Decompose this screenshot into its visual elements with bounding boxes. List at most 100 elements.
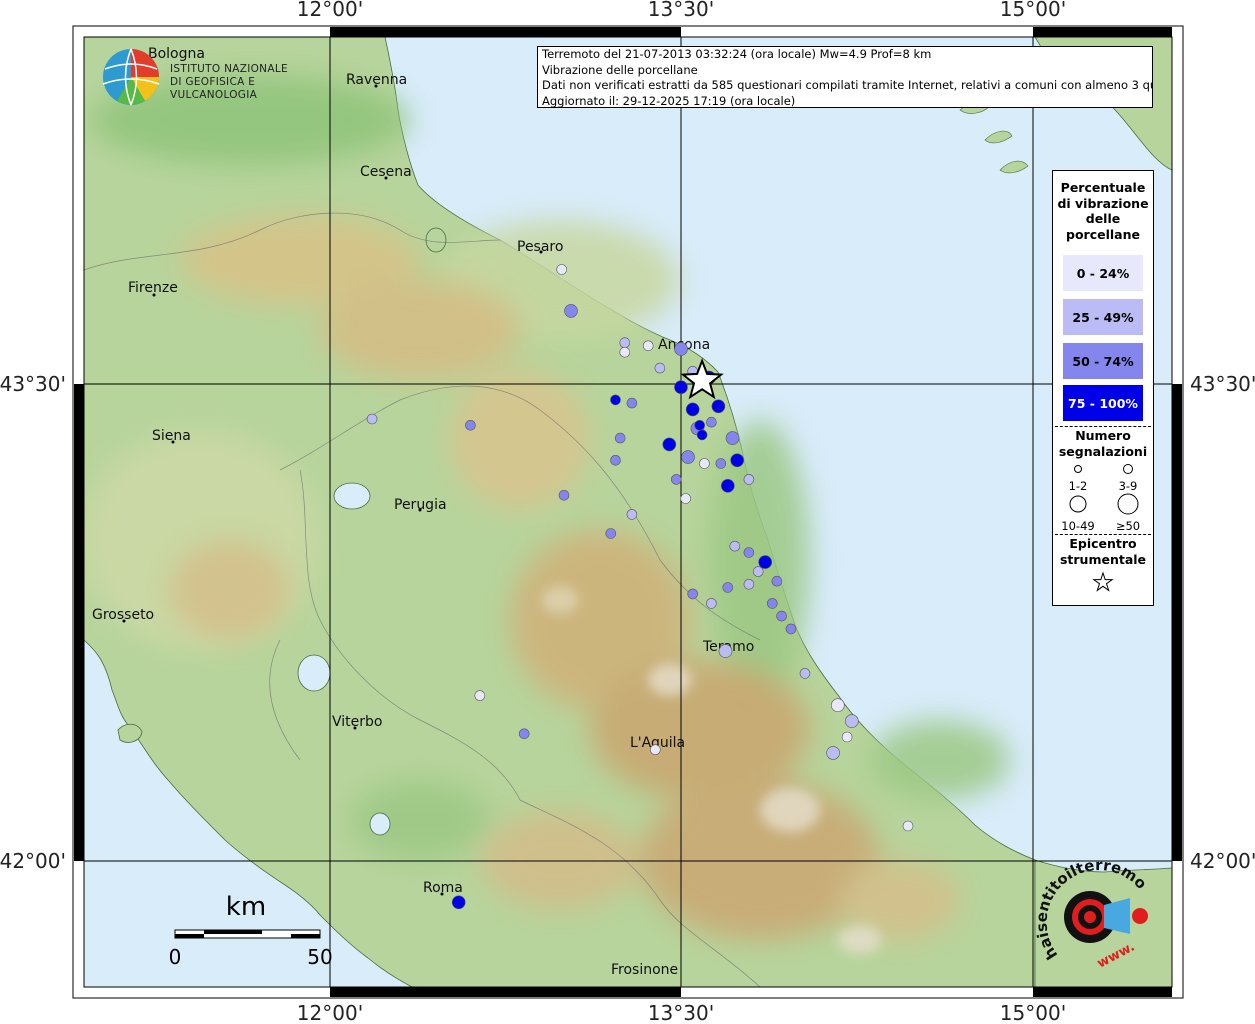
scale-unit: km: [226, 892, 266, 922]
legend-count-10-49: 10-49: [1056, 493, 1100, 533]
legend-class-0-24: 0 - 24%: [1063, 255, 1143, 291]
scale-max: 50: [307, 945, 332, 969]
intensity-point: [465, 419, 476, 431]
intensity-point: [614, 432, 626, 444]
intensity-point: [722, 582, 734, 593]
intensity-point: [474, 690, 486, 701]
svg-text:Roma: Roma: [423, 880, 463, 896]
city-firenze: Firenze: [128, 280, 178, 297]
intensity-point: [605, 528, 617, 539]
intensity-point: [785, 623, 797, 635]
event-line: Terremoto del 21-07-2013 03:32:24 (ora l…: [542, 47, 932, 61]
star-icon: [1092, 571, 1114, 592]
legend-class-75-100: 75 - 100%: [1063, 385, 1143, 421]
scale-min: 0: [169, 945, 182, 969]
intensity-point: [766, 598, 778, 609]
intensity-point: [610, 394, 621, 406]
intensity-point: [758, 555, 773, 569]
city-ravenna: Ravenna: [346, 72, 407, 88]
intensity-point: [685, 402, 700, 417]
intensity-point: [743, 578, 755, 590]
intensity-point: [711, 399, 726, 414]
ingv-line2: DI GEOFISICA E VULCANOLOGIA: [170, 76, 258, 101]
legend-class-25-49: 25 - 49%: [1063, 299, 1143, 335]
updated-line: Aggiornato il: 29-12-2025 17:19 (ora loc…: [542, 93, 796, 108]
intensity-point: [451, 895, 466, 910]
data-note-line: Dati non verificati estratti da 585 ques…: [542, 78, 1153, 92]
svg-text:Frosinone: Frosinone: [611, 962, 678, 978]
intensity-point: [826, 746, 840, 760]
intensity-point: [674, 380, 688, 395]
intensity-point: [776, 610, 787, 622]
intensity-point: [687, 588, 699, 600]
legend: Percentuale di vibrazione delle porcella…: [1052, 170, 1154, 606]
svg-text:Grosseto: Grosseto: [92, 607, 154, 623]
map-area: [84, 37, 1172, 987]
bottom-label-15: 15°00': [1000, 1001, 1066, 1024]
city-grosseto: Grosseto: [92, 607, 154, 623]
intensity-point: [743, 547, 755, 558]
city-perugia: Perugia: [394, 497, 447, 513]
intensity-point: [730, 453, 745, 468]
intensity-point: [729, 540, 741, 552]
intensity-point: [752, 566, 764, 577]
globe-icon: [102, 48, 160, 106]
intensity-point: [706, 416, 717, 428]
intensity-point: [771, 575, 783, 587]
intensity-point: [902, 820, 914, 832]
intensity-point: [556, 264, 568, 275]
intensity-point: [680, 493, 692, 504]
ingv-logo: ISTITUTO NAZIONALE DI GEOFISICA E VULCAN…: [100, 44, 320, 108]
city-cesena: Cesena: [360, 164, 412, 180]
svg-text:Siena: Siena: [152, 428, 191, 444]
legend-class-50-74: 50 - 74%: [1063, 343, 1143, 379]
ingv-line1: ISTITUTO NAZIONALE: [170, 63, 288, 75]
legend-count-title: Numero segnalazioni: [1058, 428, 1148, 459]
left-label-42: 42°00': [0, 849, 66, 873]
legend-count-row2: 10-49 ≥50: [1053, 493, 1153, 533]
svg-text:Pesaro: Pesaro: [517, 239, 563, 255]
intensity-point: [706, 598, 717, 609]
left-label-43-30: 43°30': [0, 372, 66, 396]
parameter-line: Vibrazione delle porcellane: [542, 62, 698, 77]
right-label-42: 42°00': [1190, 849, 1255, 873]
intensity-point: [654, 362, 666, 374]
legend-count-3-9: 3-9: [1106, 460, 1150, 493]
intensity-point: [626, 509, 638, 520]
lake-bolsena: [297, 654, 331, 692]
intensity-point: [743, 474, 755, 485]
intensity-point: [558, 489, 570, 501]
intensity-point: [720, 478, 735, 493]
right-label-43-30: 43°30': [1190, 372, 1255, 396]
bottom-label-12: 12°00': [297, 1001, 363, 1024]
intensity-point: [626, 397, 638, 409]
lake-trasimeno: [333, 482, 371, 510]
city-pesaro: Pesaro: [517, 239, 563, 255]
intensity-point: [694, 419, 706, 431]
legend-epicenter-title: Epicentro strumentale: [1059, 536, 1147, 567]
intensity-point: [674, 342, 688, 356]
intensity-point: [564, 304, 578, 318]
event-info-box: Terremoto del 21-07-2013 03:32:24 (ora l…: [537, 46, 1153, 108]
bottom-label-13-30: 13°30': [648, 1001, 714, 1024]
svg-text:Viterbo: Viterbo: [332, 714, 382, 730]
intensity-point: [366, 413, 378, 425]
intensity-point: [841, 731, 853, 743]
intensity-point: [718, 644, 733, 658]
city-frosinone: Frosinone: [611, 962, 678, 978]
intensity-point: [610, 454, 621, 466]
city-roma: Roma: [423, 880, 463, 896]
top-label-12: 12°00': [297, 0, 363, 21]
city-viterbo: Viterbo: [332, 714, 382, 730]
intensity-point: [518, 728, 530, 740]
intensity-point: [715, 458, 727, 469]
intensity-point: [619, 337, 631, 349]
intensity-point: [830, 698, 845, 713]
svg-text:Cesena: Cesena: [360, 164, 412, 180]
intensity-point: [681, 450, 695, 464]
svg-text:Ravenna: Ravenna: [346, 72, 407, 88]
legend-count-row1: 1-2 3-9: [1053, 460, 1153, 493]
intensity-point: [725, 431, 740, 445]
legend-count-50-plus: ≥50: [1106, 493, 1150, 533]
intensity-point: [696, 429, 708, 441]
